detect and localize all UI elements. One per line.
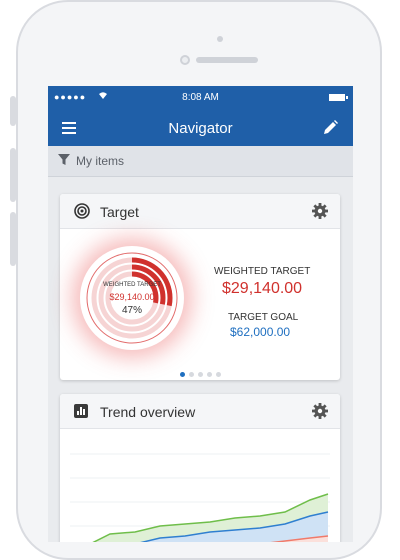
- status-bar: ●●●●● 8:08 AM: [48, 86, 353, 110]
- front-camera: [180, 55, 190, 65]
- trend-chart: [70, 453, 330, 542]
- ring-percent: 47%: [121, 305, 142, 316]
- earpiece-speaker: [196, 57, 258, 63]
- filter-label: My items: [76, 154, 124, 168]
- volume-up-button: [10, 148, 16, 202]
- page-dot[interactable]: [179, 372, 185, 377]
- trend-card-header: Trend overview: [60, 394, 340, 429]
- ring-label: WEIGHTED TARGET: [103, 282, 161, 288]
- target-card: Target WEIGHTED TARGET $29,140.00 47% WE…: [60, 194, 340, 380]
- target-card-header: Target: [60, 194, 340, 229]
- page-dot[interactable]: [206, 372, 212, 377]
- gear-icon[interactable]: [312, 203, 328, 219]
- target-goal-label: TARGET GOAL: [228, 312, 299, 323]
- trend-card: Trend overview: [60, 394, 340, 542]
- page-dot[interactable]: [197, 372, 203, 377]
- status-time: 8:08 AM: [182, 92, 219, 103]
- pencil-icon[interactable]: [321, 119, 339, 137]
- page-dot[interactable]: [188, 372, 194, 377]
- app-screen: ●●●●● 8:08 AM Navigator My items Target …: [48, 86, 353, 542]
- target-card-title: Target: [100, 204, 139, 220]
- target-goal-value: $62,000.00: [230, 325, 291, 339]
- weighted-target-value: $29,140.00: [222, 280, 303, 297]
- nav-title: Navigator: [168, 120, 233, 137]
- ring-value: $29,140.00: [109, 292, 155, 302]
- volume-down-button: [10, 212, 16, 266]
- trend-card-title: Trend overview: [100, 404, 196, 420]
- target-icon: [74, 203, 90, 219]
- battery-icon: [329, 94, 348, 101]
- filter-bar[interactable]: My items: [48, 146, 353, 177]
- gear-icon[interactable]: [312, 403, 328, 419]
- weighted-target-label: WEIGHTED TARGET: [214, 266, 311, 277]
- page-indicator[interactable]: [60, 364, 340, 382]
- proximity-sensor: [217, 36, 223, 42]
- target-progress-ring: WEIGHTED TARGET $29,140.00 47%: [86, 252, 178, 344]
- funnel-icon: [58, 154, 70, 166]
- mute-switch: [10, 96, 16, 126]
- bar-chart-icon: [74, 404, 88, 418]
- nav-bar: Navigator: [48, 110, 353, 146]
- page-dot[interactable]: [215, 372, 221, 377]
